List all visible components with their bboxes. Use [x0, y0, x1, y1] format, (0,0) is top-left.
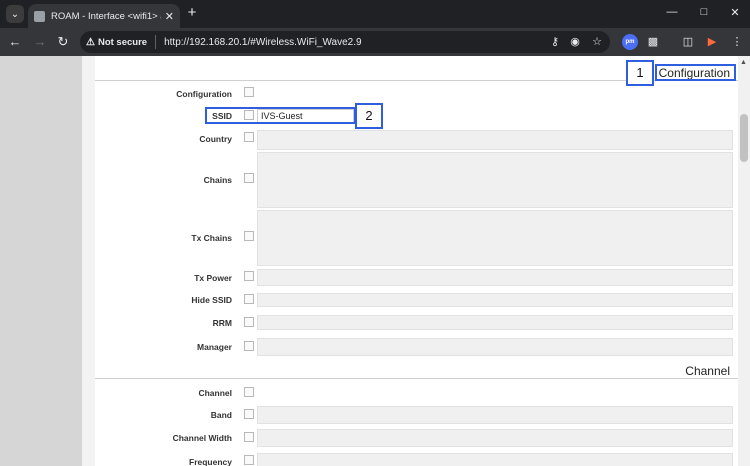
form-row-channel: Channel: [95, 384, 738, 402]
section-divider: [95, 378, 738, 379]
eye-off-icon[interactable]: ◉: [568, 35, 582, 48]
extension-badge-icon[interactable]: pm: [622, 34, 638, 50]
help-icon[interactable]: [244, 173, 254, 183]
security-chip[interactable]: ⚠ Not secure: [86, 35, 157, 49]
tx-power-field[interactable]: [257, 269, 733, 286]
form-row-tx-chains: Tx Chains: [95, 210, 738, 266]
field-label: Tx Power: [194, 273, 232, 283]
manager-field[interactable]: [257, 338, 733, 356]
close-window-icon[interactable]: ✕: [727, 6, 743, 19]
field-label: Channel Width: [172, 433, 232, 443]
help-icon[interactable]: [244, 132, 254, 142]
field-label: Manager: [197, 342, 232, 352]
form-row-manager: Manager: [95, 338, 738, 356]
chains-field[interactable]: [257, 152, 733, 208]
field-label: Configuration: [176, 89, 232, 99]
field-label: Hide SSID: [191, 295, 232, 305]
frequency-field[interactable]: [257, 453, 733, 466]
annotation-box-configuration: [655, 64, 736, 81]
tab-strip: ⌄ ROAM - Interface <wifi1> at ad ✕ + — □…: [0, 0, 750, 28]
field-label: Channel: [198, 388, 232, 398]
left-panel: [0, 56, 82, 466]
menu-kebab-icon[interactable]: ⋮: [729, 34, 745, 50]
close-tab-icon[interactable]: ✕: [165, 10, 174, 23]
warning-icon: ⚠: [86, 36, 95, 48]
security-label: Not secure: [97, 36, 148, 48]
form-row-configuration: Configuration: [95, 86, 738, 103]
form-row-band: Band: [95, 406, 738, 424]
minimize-icon[interactable]: —: [664, 6, 680, 18]
active-tab[interactable]: ROAM - Interface <wifi1> at ad ✕: [28, 4, 180, 28]
maximize-icon[interactable]: □: [696, 6, 712, 18]
form-row-hide-ssid: Hide SSID: [95, 293, 738, 307]
browser-toolbar: ← → ↻ ⚠ Not secure http://192.168.20.1/#…: [0, 28, 750, 56]
field-label: Frequency: [189, 457, 232, 466]
url-text[interactable]: http://192.168.20.1/#Wireless.WiFi_Wave2…: [164, 37, 362, 48]
extensions-puzzle-icon[interactable]: ▩: [645, 34, 661, 50]
form-row-rrm: RRM: [95, 315, 738, 330]
vertical-scrollbar[interactable]: ▲: [738, 56, 750, 466]
band-field[interactable]: [257, 406, 733, 424]
tab-search-icon[interactable]: ⌄: [6, 5, 24, 23]
help-icon[interactable]: [244, 317, 254, 327]
help-icon[interactable]: [244, 231, 254, 241]
field-label: RRM: [212, 318, 232, 328]
forward-arrow-icon[interactable]: →: [31, 33, 49, 51]
form-row-tx-power: Tx Power: [95, 269, 738, 286]
help-icon[interactable]: [244, 432, 254, 442]
annotation-badge-2: 2: [355, 103, 383, 129]
help-icon[interactable]: [244, 341, 254, 351]
help-icon[interactable]: [244, 294, 254, 304]
rrm-field[interactable]: [257, 315, 733, 330]
form-row-frequency: Frequency: [95, 453, 738, 466]
form-row-channel-width: Channel Width: [95, 429, 738, 447]
help-icon[interactable]: [244, 387, 254, 397]
side-panel-icon[interactable]: ◫: [680, 34, 696, 50]
channel-width-field[interactable]: [257, 429, 733, 447]
tx-chains-field[interactable]: [257, 210, 733, 266]
tab-title: ROAM - Interface <wifi1> at ad: [51, 10, 161, 22]
hide-ssid-field[interactable]: [257, 293, 733, 307]
annotation-badge-1: 1: [626, 60, 654, 86]
field-label: Tx Chains: [191, 233, 232, 243]
new-tab-button[interactable]: +: [184, 5, 200, 21]
field-label: Band: [210, 410, 232, 420]
settings-form: Configuration Configuration SSID IVS-Gue…: [95, 56, 738, 466]
key-icon[interactable]: ⚷: [548, 35, 562, 48]
field-label: Chains: [203, 175, 232, 185]
back-arrow-icon[interactable]: ←: [6, 33, 24, 51]
section-title-channel: Channel: [685, 364, 730, 378]
help-icon[interactable]: [244, 409, 254, 419]
form-row-chains: Chains: [95, 152, 738, 208]
help-icon[interactable]: [244, 87, 254, 97]
play-extension-icon[interactable]: ▶: [704, 34, 720, 50]
scroll-up-arrow-icon[interactable]: ▲: [740, 59, 747, 66]
form-row-country: Country: [95, 130, 738, 150]
country-field[interactable]: [257, 130, 733, 150]
reload-icon[interactable]: ↻: [54, 33, 72, 51]
form-row-ssid: SSID IVS-Guest: [95, 109, 738, 123]
favicon-icon: [34, 10, 45, 22]
help-icon[interactable]: [244, 455, 254, 465]
scroll-thumb[interactable]: [740, 114, 748, 162]
help-icon[interactable]: [244, 271, 254, 281]
annotation-box-ssid: [205, 107, 356, 124]
bookmark-star-icon[interactable]: ☆: [590, 35, 604, 48]
address-bar[interactable]: ⚠ Not secure http://192.168.20.1/#Wirele…: [80, 31, 610, 53]
field-label: Country: [199, 134, 232, 144]
